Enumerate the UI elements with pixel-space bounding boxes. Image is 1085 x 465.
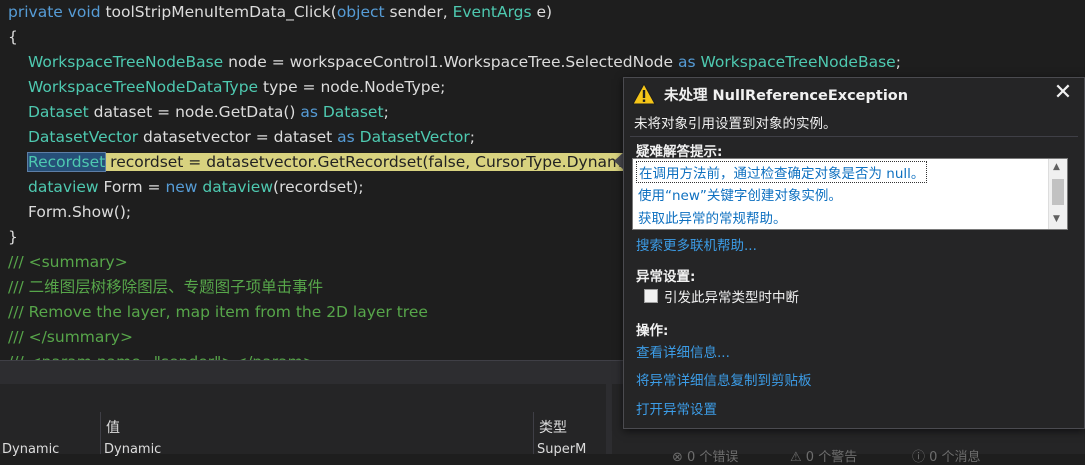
code-line: Dataset dataset = node.GetData() as Data…: [28, 100, 389, 125]
exception-title-bar: 未处理 NullReferenceException ✕: [624, 78, 1084, 110]
code-text: node = workspaceControl1.WorkspaceTree.S…: [223, 53, 678, 71]
code-type: dataview: [28, 178, 99, 196]
close-icon[interactable]: ✕: [1052, 82, 1074, 104]
code-text: e): [531, 3, 553, 21]
divider: [630, 136, 1078, 137]
current-statement-line: Recordset recordset = datasetvector.GetR…: [26, 150, 655, 175]
locals-row-type[interactable]: SuperM: [537, 442, 586, 457]
info-icon: ⓘ: [912, 450, 930, 465]
code-text: ;: [383, 103, 389, 121]
exception-settings-heading: 异常设置:: [636, 269, 696, 285]
column-divider[interactable]: [533, 412, 534, 454]
copy-details-link[interactable]: 将异常详细信息复制到剪贴板: [636, 369, 812, 389]
code-keyword: new: [165, 178, 198, 196]
code-line: }: [8, 228, 18, 246]
break-on-exception-label[interactable]: 引发此异常类型时中断: [664, 286, 799, 306]
code-text: ;: [895, 53, 901, 71]
tips-list: 在调用方法前，通过检查确定对象是否为 null。 使用“new”关键字创建对象实…: [632, 158, 1068, 230]
error-icon: ⊗: [672, 450, 688, 465]
search-online-help-link[interactable]: 搜索更多联机帮助...: [636, 234, 757, 254]
scroll-down-icon[interactable]: ▼: [1053, 214, 1060, 224]
code-line: WorkspaceTreeNodeDataType type = node.No…: [28, 75, 445, 100]
break-on-exception-checkbox[interactable]: [644, 289, 658, 303]
messages-filter[interactable]: ⓘ 0 个消息: [912, 446, 981, 465]
tip-link[interactable]: 使用“new”关键字创建对象实例。: [638, 184, 842, 204]
code-text: toolStripMenuItemData_Click(: [100, 3, 337, 21]
current-statement: recordset = datasetvector.GetRecordset(f…: [105, 153, 647, 171]
code-keyword: as: [337, 128, 355, 146]
tip-link[interactable]: 获取此异常的常规帮助。: [638, 207, 787, 227]
column-header-type[interactable]: 类型: [539, 417, 567, 437]
scroll-thumb[interactable]: [1052, 179, 1064, 205]
warning-icon: ⚠: [790, 450, 806, 465]
code-type: WorkspaceTreeNodeDataType: [28, 78, 259, 96]
column-header-value[interactable]: 值: [106, 417, 120, 437]
warnings-filter[interactable]: ⚠ 0 个警告: [790, 446, 857, 465]
code-type: Dataset: [317, 103, 384, 121]
comment-line: /// Remove the layer, map item from the …: [8, 303, 428, 321]
code-line: private void toolStripMenuItemData_Click…: [8, 0, 552, 25]
code-text: Form =: [98, 178, 166, 196]
code-text: dataset = node.GetData(): [88, 103, 301, 121]
comment-line: /// 二维图层树移除图层、专题图子项单击事件: [8, 278, 324, 296]
comment-line: /// </summary>: [8, 328, 133, 346]
actions-heading: 操作:: [636, 323, 669, 339]
code-text: type = node.NodeType;: [258, 78, 446, 96]
code-line: {: [8, 28, 18, 46]
code-line: WorkspaceTreeNodeBase node = workspaceCo…: [28, 50, 901, 75]
tip-link[interactable]: 在调用方法前，通过检查确定对象是否为 null。: [636, 161, 928, 183]
code-keyword: as: [300, 103, 318, 121]
code-text: datasetvector = dataset: [138, 128, 338, 146]
open-exception-settings-link[interactable]: 打开异常设置: [636, 398, 717, 418]
tips-heading: 疑难解答提示:: [636, 144, 723, 160]
code-type: WorkspaceTreeNodeBase: [28, 53, 224, 71]
code-line: Form.Show();: [28, 203, 132, 221]
code-type: WorkspaceTreeNodeBase: [695, 53, 896, 71]
code-keyword: object: [336, 3, 385, 21]
comment-line: /// <param name="sender"></param>: [8, 350, 316, 360]
warning-icon: [632, 83, 656, 105]
exception-assistant-popup: 未处理 NullReferenceException ✕ 未将对象引用设置到对象…: [623, 77, 1085, 429]
code-type: dataview: [197, 178, 274, 196]
code-type: Dataset: [28, 103, 89, 121]
code-type: EventArgs: [452, 3, 532, 21]
code-text: sender,: [384, 3, 453, 21]
locals-panel: [0, 384, 606, 454]
code-line: dataview Form = new dataview(recordset);: [28, 175, 364, 200]
scroll-up-icon[interactable]: ▲: [1053, 162, 1060, 172]
code-keyword: private void: [8, 3, 101, 21]
code-type: DatasetVector: [354, 128, 470, 146]
tips-scrollbar[interactable]: ▲ ▼: [1048, 159, 1067, 229]
column-divider[interactable]: [100, 412, 101, 454]
code-keyword: as: [677, 53, 696, 71]
code-text: ;: [469, 128, 476, 146]
exception-message: 未将对象引用设置到对象的实例。: [634, 116, 837, 132]
locals-row-value[interactable]: Dynamic: [104, 442, 161, 457]
code-text: (recordset);: [273, 178, 364, 196]
selected-word: Recordset: [26, 152, 107, 172]
code-line: DatasetVector datasetvector = dataset as…: [28, 125, 475, 150]
locals-row-name[interactable]: Dynamic: [2, 442, 59, 457]
view-details-link[interactable]: 查看详细信息...: [636, 341, 730, 361]
comment-line: /// <summary>: [8, 253, 128, 271]
code-type: DatasetVector: [28, 128, 139, 146]
errors-filter[interactable]: ⊗ 0 个错误: [672, 446, 738, 465]
exception-title: 未处理 NullReferenceException: [664, 88, 909, 104]
